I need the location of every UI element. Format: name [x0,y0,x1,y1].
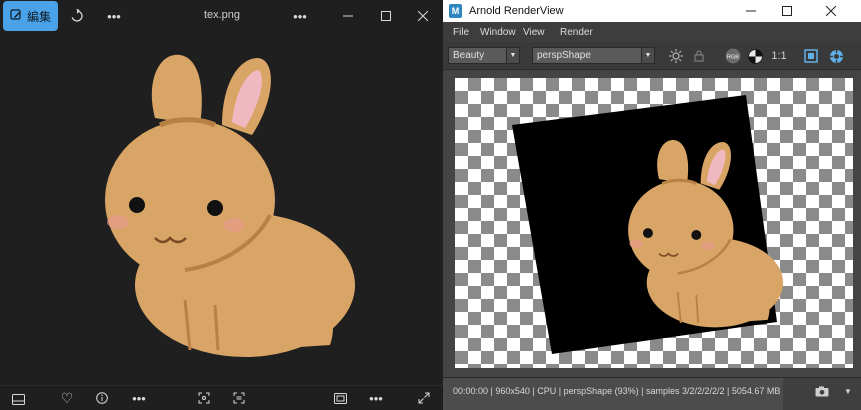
expand-icon[interactable] [416,391,432,405]
more-icon[interactable]: ••• [105,7,123,25]
menu-file[interactable]: File [453,27,469,38]
heart-icon[interactable]: ♡ [59,390,75,406]
minimize-icon[interactable] [735,0,767,22]
crop-icon[interactable] [196,391,212,405]
lock-icon[interactable] [690,47,708,65]
arnold-title-bar: M Arnold RenderView [443,0,861,22]
menu-window[interactable]: Window [480,27,516,38]
file-name: tex.png [203,9,241,21]
info-icon[interactable] [94,391,110,405]
menu-view[interactable]: View [523,27,545,38]
close-icon[interactable] [815,0,847,22]
close-icon[interactable] [414,7,432,25]
camera-snapshot-icon[interactable] [813,382,831,400]
photos-bottom-bar: ♡ ••• ••• [0,385,443,410]
svg-text:RGB: RGB [727,55,739,61]
maya-logo-icon: M [449,4,462,18]
frame-icon[interactable] [802,47,820,65]
chevron-down-icon: ▼ [506,48,519,63]
sun-icon[interactable] [667,47,685,65]
aov-dropdown[interactable]: Beauty ▼ [448,47,520,64]
arnold-renderview-window: M Arnold RenderView File Window View Ren… [443,0,861,410]
rgb-channel-icon[interactable]: RGB [724,47,742,65]
rotate-icon[interactable] [68,7,86,25]
camera-value: perspShape [537,50,591,61]
menu-render[interactable]: Render [560,27,593,38]
status-bar: 00:00:00 | 960x540 | CPU | perspShape (9… [443,377,861,410]
rendered-plane [512,95,784,354]
more-view-icon[interactable]: ••• [367,391,385,406]
menu-bar: File Window View Render [443,22,861,42]
render-status: 00:00:00 | 960x540 | CPU | perspShape (9… [443,378,783,410]
filmstrip-icon[interactable] [10,392,26,406]
photos-title-bar: 編集 ••• tex.png ••• [0,0,443,32]
aov-value: Beauty [453,50,485,61]
exposure-icon[interactable] [746,47,764,65]
more-options-icon[interactable]: ••• [291,7,309,25]
chevron-down-icon[interactable]: ▼ [839,382,857,400]
rabbit-image [105,54,355,357]
render-viewport[interactable] [443,70,861,377]
render-settings-icon[interactable] [827,47,845,65]
minimize-icon[interactable] [339,7,357,25]
photos-window: 編集 ••• tex.png ••• ♡ ••• ••• [0,0,443,410]
photo-canvas [0,32,443,385]
toolbar: Beauty ▼ perspShape ▼ RGB 1:1 [443,42,861,70]
ocr-icon[interactable] [231,391,247,405]
fit-icon[interactable] [332,391,348,405]
maximize-icon[interactable] [771,0,803,22]
camera-dropdown[interactable]: perspShape ▼ [532,47,655,64]
window-title: Arnold RenderView [469,5,564,17]
transparency-checkerboard [455,78,853,368]
edit-button[interactable]: 編集 [3,1,58,31]
maximize-icon[interactable] [377,7,395,25]
edit-label: 編集 [26,9,51,24]
more-bottom-icon[interactable]: ••• [130,391,148,406]
ratio-label[interactable]: 1:1 [768,47,790,65]
edit-icon [10,8,22,24]
desktop: 編集 ••• tex.png ••• ♡ ••• ••• M Arnold Re… [0,0,861,410]
chevron-down-icon: ▼ [641,48,654,63]
